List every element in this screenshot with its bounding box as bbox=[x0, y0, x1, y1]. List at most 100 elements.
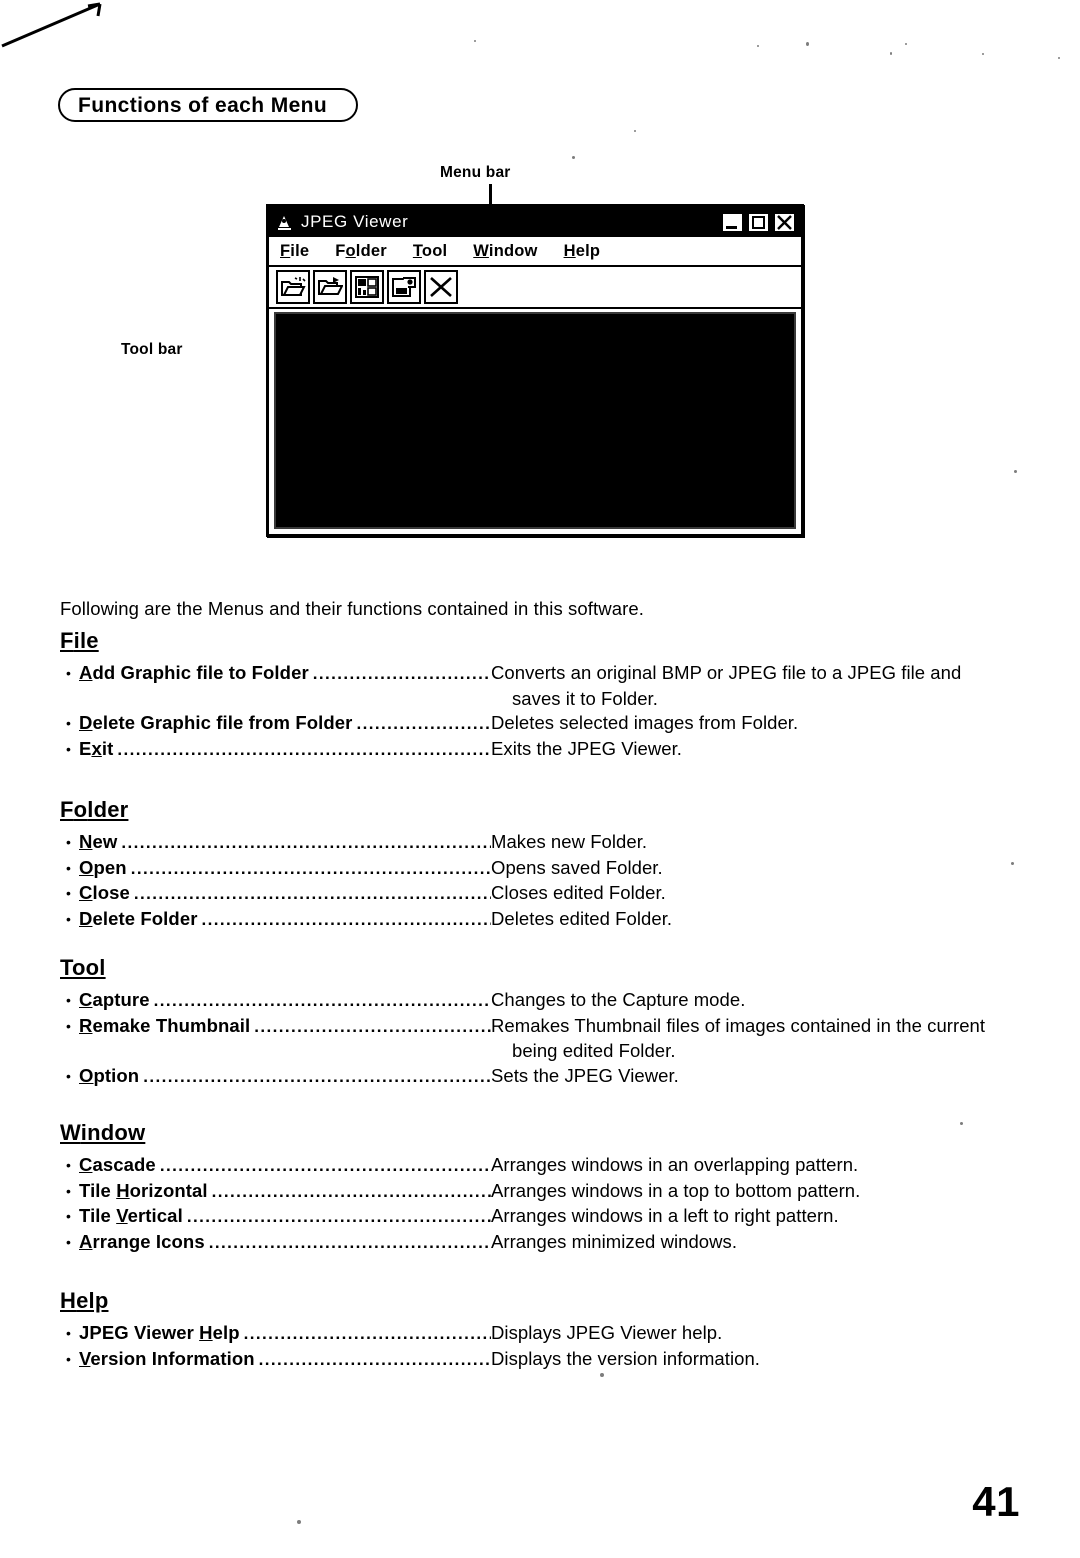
menu-entry-term-wrap: Option..................................… bbox=[79, 1064, 491, 1090]
window-menu-bar: File Folder Tool Window Help bbox=[269, 237, 801, 267]
open-folder-icon[interactable] bbox=[313, 270, 347, 304]
menu-entry-term: New bbox=[79, 831, 118, 852]
menu-entry-description: Opens saved Folder. bbox=[491, 856, 663, 878]
scan-speckle bbox=[890, 52, 892, 55]
menu-entry-term: Close bbox=[79, 882, 130, 903]
menu-entry: • Add Graphic file to Folder.............… bbox=[60, 661, 1020, 687]
section-window: Window • Cascade..........................… bbox=[60, 1120, 1020, 1255]
bullet-icon: • bbox=[66, 859, 71, 876]
menu-entry-description: Deletes selected images from Folder. bbox=[491, 712, 799, 733]
image-viewing-area bbox=[274, 312, 796, 529]
window-title: JPEG Viewer bbox=[301, 212, 409, 231]
scan-speckle bbox=[806, 42, 809, 46]
menu-entry-term: Remake Thumbnail bbox=[79, 1014, 251, 1036]
menu-entry-description: Displays the version information. bbox=[491, 1347, 760, 1369]
menu-entry: • Arrange Icons..........................… bbox=[60, 1230, 1020, 1256]
leader-dots: ........................................… bbox=[211, 1181, 491, 1201]
leader-dots: ........................................… bbox=[121, 833, 491, 852]
window-controls bbox=[721, 211, 796, 233]
bullet-icon: • bbox=[66, 1208, 71, 1224]
scan-speckle bbox=[474, 40, 476, 42]
menu-entry-term: Delete Folder bbox=[79, 907, 198, 929]
menu-entry-term-wrap: Delete Folder...........................… bbox=[79, 907, 491, 933]
menu-entry-description: Closes edited Folder. bbox=[491, 882, 666, 903]
menu-entry: • Remake Thumbnail.......................… bbox=[60, 1014, 1020, 1040]
leader-dots: ........................................… bbox=[201, 909, 491, 929]
scan-speckle bbox=[1011, 862, 1014, 865]
scan-speckle bbox=[757, 45, 759, 47]
bullet-icon: • bbox=[66, 885, 71, 901]
menu-entry-term-wrap: New.....................................… bbox=[79, 830, 491, 856]
menu-entry-description: Remakes Thumbnail files of images contai… bbox=[491, 1014, 986, 1036]
menu-entry-term-wrap: Delete Graphic file from Folder.........… bbox=[79, 711, 491, 737]
scan-speckle bbox=[297, 1520, 301, 1524]
intro-text: Following are the Menus and their functi… bbox=[60, 598, 645, 619]
menu-entry: • Cascade................................… bbox=[60, 1153, 1020, 1179]
menu-entry-term: JPEG Viewer Help bbox=[79, 1322, 240, 1343]
minimize-button[interactable] bbox=[721, 211, 744, 233]
menu-entry-term: Cascade bbox=[79, 1154, 156, 1175]
menu-folder[interactable]: Folder bbox=[335, 242, 387, 261]
window-tool-bar bbox=[269, 267, 801, 309]
menu-entry-term: Tile Horizontal bbox=[79, 1179, 208, 1201]
bullet-icon: • bbox=[66, 1350, 71, 1367]
bullet-icon: • bbox=[66, 834, 71, 850]
menu-file[interactable]: File bbox=[280, 242, 309, 261]
bullet-icon: • bbox=[66, 665, 71, 681]
section-title-text: Tool bbox=[60, 955, 106, 980]
menu-entry: • JPEG Viewer Help.......................… bbox=[60, 1321, 1020, 1347]
menu-entry: • Delete Folder..........................… bbox=[60, 907, 1020, 933]
remake-thumbnail-icon[interactable] bbox=[350, 270, 384, 304]
leader-dots: ........................................… bbox=[186, 1207, 491, 1226]
menu-entry-description: Arranges windows in a top to bottom patt… bbox=[491, 1179, 861, 1201]
leader-dots: ........................................… bbox=[258, 1349, 491, 1369]
callout-label-tool-bar: Tool bar bbox=[121, 341, 183, 358]
menu-entry-term-wrap: Cascade.................................… bbox=[79, 1153, 491, 1179]
section-help: Help • JPEG Viewer Help...................… bbox=[60, 1288, 1020, 1372]
menu-entry-description: Makes new Folder. bbox=[491, 831, 648, 852]
bullet-icon: • bbox=[66, 1182, 71, 1199]
menu-window[interactable]: Window bbox=[473, 242, 537, 261]
bullet-icon: • bbox=[66, 1157, 71, 1173]
add-graphic-file-icon[interactable] bbox=[276, 270, 310, 304]
menu-entry-term-wrap: Close...................................… bbox=[79, 881, 491, 907]
bullet-icon: • bbox=[66, 1233, 71, 1250]
leader-dots: ........................................… bbox=[243, 1324, 491, 1343]
scan-speckle bbox=[1058, 57, 1060, 59]
bullet-icon: • bbox=[66, 1067, 71, 1084]
menu-entry-term-wrap: Version Information.....................… bbox=[79, 1347, 491, 1373]
menu-entry-description: Displays JPEG Viewer help. bbox=[491, 1322, 723, 1343]
callout-label-menu-bar: Menu bar bbox=[440, 164, 511, 181]
description-continuation-text: being edited Folder. bbox=[512, 1040, 676, 1061]
leader-dots: ........................................… bbox=[130, 858, 491, 878]
section-heading-tool: Tool bbox=[60, 955, 1020, 985]
bullet-icon: • bbox=[66, 1325, 71, 1341]
menu-entry: • Option.................................… bbox=[60, 1064, 1020, 1090]
close-icon[interactable] bbox=[773, 211, 796, 233]
leader-dots: ........................................… bbox=[117, 739, 491, 759]
menu-entry-term-wrap: Tile Vertical...........................… bbox=[79, 1204, 491, 1230]
menu-entry-description-continued: saves it to Folder. bbox=[60, 687, 1020, 712]
menu-entry-description: Arranges windows in a left to right patt… bbox=[491, 1205, 839, 1226]
capture-icon[interactable] bbox=[387, 270, 421, 304]
menu-entry: • Tile Horizontal........................… bbox=[60, 1179, 1020, 1205]
menu-entry-description: Deletes edited Folder. bbox=[491, 907, 673, 929]
menu-entry-description: Changes to the Capture mode. bbox=[491, 989, 746, 1010]
section-heading-file: File bbox=[60, 628, 1020, 658]
scan-speckle bbox=[600, 1373, 604, 1377]
scan-speckle bbox=[1014, 470, 1017, 473]
menu-help[interactable]: Help bbox=[564, 242, 601, 261]
menu-entry-description-continued: being edited Folder. bbox=[60, 1039, 1020, 1064]
menu-entry-term-wrap: Add Graphic file to Folder..............… bbox=[79, 661, 491, 687]
menu-tool[interactable]: Tool bbox=[413, 242, 447, 261]
menu-entry: • Exit...................................… bbox=[60, 737, 1020, 763]
section-tool: Tool • Capture............................… bbox=[60, 955, 1020, 1089]
exit-icon[interactable] bbox=[424, 270, 458, 304]
leader-dots: ........................................… bbox=[208, 1232, 491, 1252]
leader-dots: ........................................… bbox=[133, 884, 491, 903]
menu-entry-term: Exit bbox=[79, 737, 114, 759]
bullet-icon: • bbox=[66, 1017, 71, 1034]
leader-dots: ........................................… bbox=[312, 664, 491, 683]
menu-entry-description: Arranges minimized windows. bbox=[491, 1230, 738, 1252]
maximize-button[interactable] bbox=[747, 211, 770, 233]
